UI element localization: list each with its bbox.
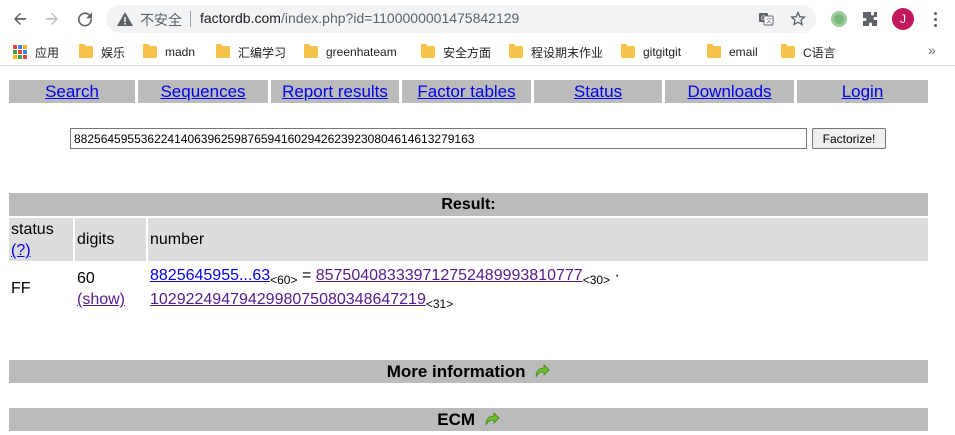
number-input[interactable]: [70, 128, 807, 149]
digits-header-label: digits: [77, 231, 115, 248]
menu-item-downloads[interactable]: Downloads: [665, 80, 797, 103]
more-information-label: More information: [386, 362, 526, 381]
ecm-label: ECM: [437, 410, 476, 429]
menu-item-report-results[interactable]: Report results: [271, 80, 402, 103]
bookmark-label: 安全方面: [443, 45, 492, 60]
address-bar[interactable]: 不安全 factordb.com/index.php?id=1100000001…: [106, 5, 816, 33]
expand-arrow-icon[interactable]: [534, 364, 550, 378]
bookmark-label: greenhateam: [326, 45, 397, 59]
reload-icon[interactable]: [73, 7, 97, 31]
factorize-button[interactable]: Factorize!: [812, 128, 886, 149]
menu-item-search[interactable]: Search: [9, 80, 138, 103]
column-header-status: status (?): [9, 218, 73, 261]
bookmark-label: email: [729, 45, 758, 59]
factorization-line-2: 1029224947942998075080348647219<31>: [150, 291, 453, 311]
number-header-label: number: [150, 231, 205, 248]
status-header-label: status: [11, 221, 54, 238]
bookmark-folder[interactable]: email: [707, 43, 758, 61]
show-number-link[interactable]: (show): [77, 291, 125, 309]
number-digit-count: <60>: [270, 273, 298, 287]
bookmark-folder[interactable]: 安全方面: [421, 43, 491, 61]
folder-icon: [707, 44, 721, 58]
bookmark-folder[interactable]: C语言: [781, 43, 836, 61]
factor-1-digit-count: <30>: [582, 273, 611, 287]
folder-icon: [304, 44, 318, 58]
url-host: factordb.com: [200, 10, 281, 26]
bookmark-folder[interactable]: 程设期末作业: [509, 43, 603, 61]
url-text[interactable]: factordb.com/index.php?id=11000000014758…: [200, 10, 519, 26]
translate-icon[interactable]: G文: [756, 9, 776, 29]
url-path: /index.php?id=1100000001475842129: [280, 10, 520, 26]
bookmark-folder[interactable]: madn: [143, 43, 195, 61]
factor-2-digit-count: <31>: [425, 297, 454, 311]
bookmark-label: C语言: [803, 45, 836, 60]
ecm-bar[interactable]: ECM: [9, 408, 928, 431]
menu-item-factor-tables[interactable]: Factor tables: [402, 80, 534, 103]
column-header-number: number: [148, 218, 928, 261]
extensions-puzzle-icon[interactable]: [860, 9, 880, 29]
svg-text:文: 文: [766, 17, 772, 25]
bookmark-folder[interactable]: gitgitgit: [621, 43, 681, 61]
bookmark-label: gitgitgit: [643, 45, 682, 59]
bookmark-folder[interactable]: greenhateam: [304, 43, 397, 61]
folder-icon: [216, 44, 230, 58]
status-value: FF: [11, 280, 31, 297]
folder-icon: [143, 44, 157, 58]
factor-2-link[interactable]: 1029224947942998075080348647219: [150, 291, 426, 308]
multiply-sign: ·: [610, 267, 625, 284]
factorization-line-1: 8825645955...63<60> = 857504083339712752…: [150, 267, 624, 287]
folder-icon: [781, 44, 795, 58]
bookmark-label: 汇编学习: [238, 45, 287, 60]
menu-item-sequences[interactable]: Sequences: [138, 80, 271, 103]
status-help-link[interactable]: (?): [11, 242, 31, 260]
equals-sign: =: [297, 267, 316, 284]
back-arrow-icon[interactable]: [8, 7, 32, 31]
factor-1-link[interactable]: 857504083339712752489993810777: [316, 267, 583, 284]
bookmark-label: 娱乐: [101, 45, 126, 60]
security-label[interactable]: 不安全: [140, 10, 182, 30]
address-divider: [190, 11, 191, 27]
number-link[interactable]: 8825645955...63: [150, 267, 270, 284]
folder-icon: [621, 44, 635, 58]
bookmark-apps[interactable]: 应用: [13, 43, 59, 61]
column-header-digits: digits: [75, 218, 146, 261]
more-menu-icon[interactable]: [925, 9, 945, 29]
bookmark-label: madn: [165, 45, 196, 59]
warning-icon[interactable]: [116, 10, 134, 28]
bookmark-folder[interactable]: 娱乐: [79, 43, 125, 61]
bookmarks-overflow-icon[interactable]: »: [928, 42, 936, 58]
bookmark-label: 程设期末作业: [531, 45, 604, 60]
result-heading: Result:: [9, 193, 928, 216]
forward-arrow-icon[interactable]: [40, 7, 64, 31]
bookmark-folder[interactable]: 汇编学习: [216, 43, 286, 61]
browser-toolbar: 不安全 factordb.com/index.php?id=1100000001…: [0, 0, 955, 38]
folder-icon: [79, 44, 93, 58]
menu-item-status[interactable]: Status: [534, 80, 665, 103]
expand-arrow-icon[interactable]: [484, 412, 500, 426]
menu-item-login[interactable]: Login: [797, 80, 928, 103]
profile-avatar[interactable]: J: [892, 8, 914, 30]
bookmarks-bar: 应用 娱乐 madn 汇编学习 greenhateam 安全方面 程设期末作业 …: [0, 38, 955, 66]
star-icon[interactable]: [788, 9, 808, 29]
extension-circle-icon[interactable]: [829, 9, 849, 29]
folder-icon: [421, 44, 435, 58]
more-information-bar[interactable]: More information: [9, 360, 928, 383]
apps-grid-icon: [13, 45, 27, 59]
folder-icon: [509, 44, 523, 58]
main-menu: Search Sequences Report results Factor t…: [9, 80, 928, 103]
digits-value: 60: [77, 270, 95, 287]
bookmark-label: 应用: [35, 45, 60, 60]
